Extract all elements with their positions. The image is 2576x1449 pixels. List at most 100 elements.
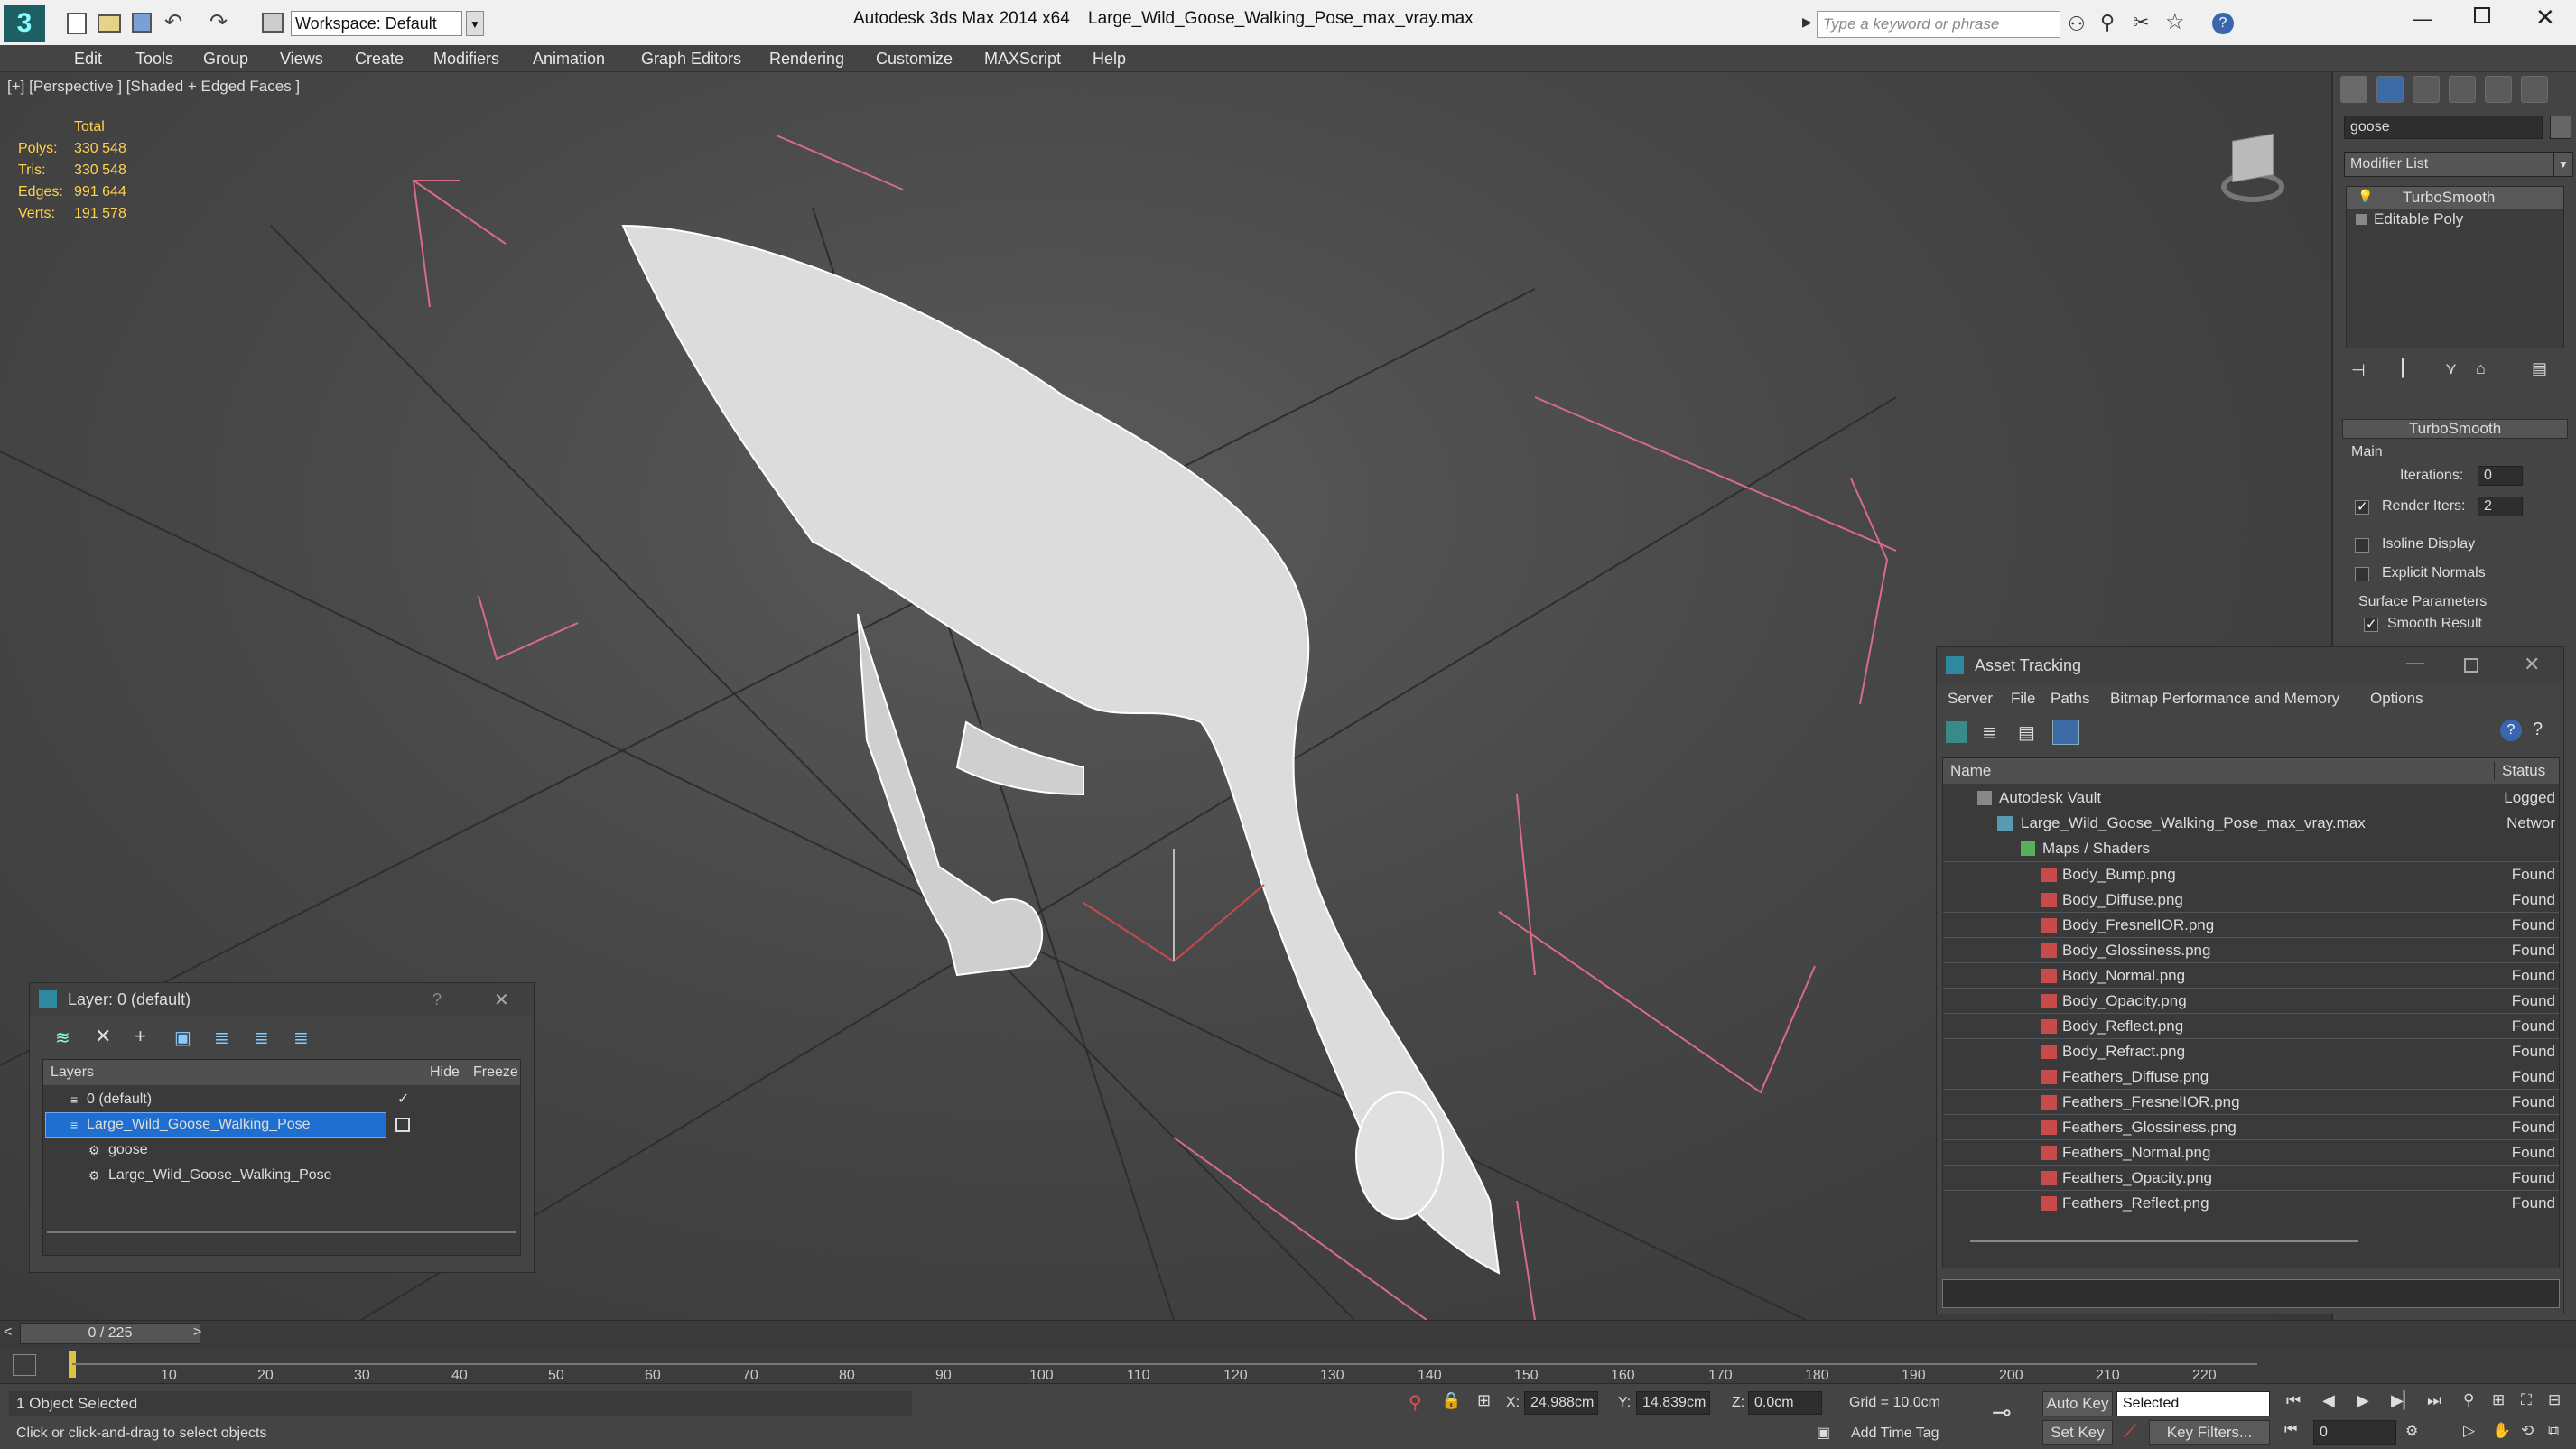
asset-menu-file[interactable]: File xyxy=(2011,690,2035,708)
layer-row-pose-object[interactable]: ⚙ Large_Wild_Goose_Walking_Pose xyxy=(43,1163,520,1188)
col-name[interactable]: Name xyxy=(1950,762,1991,780)
open-file-icon[interactable] xyxy=(98,14,121,33)
render-iters-checkbox[interactable] xyxy=(2355,498,2369,515)
object-color-swatch[interactable] xyxy=(2550,116,2571,139)
asset-menu-bitmap-performance[interactable]: Bitmap Performance and Memory xyxy=(2110,690,2339,708)
asset-row-map[interactable]: Body_Opacity.png Found xyxy=(1943,988,2559,1013)
time-configuration-icon[interactable]: ⚙ xyxy=(2405,1422,2418,1440)
maximize-icon[interactable] xyxy=(2474,7,2490,23)
menu-create[interactable]: Create xyxy=(355,45,404,72)
y-coordinate-field[interactable]: 14.839cm xyxy=(1636,1391,1710,1415)
zoom-all-icon[interactable]: ⊞ xyxy=(2492,1391,2505,1409)
asset-menu-server[interactable]: Server xyxy=(1948,690,1993,708)
hide-all-icon[interactable]: ≣ xyxy=(254,1026,269,1049)
layer-list-scrollbar[interactable] xyxy=(47,1231,516,1249)
asset-window-maximize-icon[interactable] xyxy=(2464,658,2478,673)
binoculars-icon[interactable]: ⚇ xyxy=(2068,13,2086,36)
asset-row-vault[interactable]: Autodesk Vault Logged xyxy=(1943,785,2559,811)
isoline-display-checkbox[interactable] xyxy=(2355,538,2369,553)
configure-modifier-sets-icon[interactable]: ▤ xyxy=(2532,359,2547,378)
asset-row-map[interactable]: Feathers_Normal.png Found xyxy=(1943,1139,2559,1165)
orbit-icon[interactable]: ⟲ xyxy=(2521,1422,2534,1440)
menu-customize[interactable]: Customize xyxy=(876,45,953,72)
layer-window-close-icon[interactable]: ✕ xyxy=(494,989,509,1011)
lightbulb-icon[interactable]: 💡 xyxy=(2357,189,2373,204)
track-bar[interactable] xyxy=(0,1347,2576,1383)
undo-icon[interactable]: ↶ xyxy=(164,9,182,35)
zoom-extents-icon[interactable]: ⛶ xyxy=(2521,1391,2532,1409)
asset-row-map[interactable]: Body_Refract.png Found xyxy=(1943,1038,2559,1064)
asset-row-map[interactable]: Body_Reflect.png Found xyxy=(1943,1013,2559,1038)
isolate-selection-icon[interactable]: ⚲ xyxy=(1409,1391,1422,1414)
show-end-result-icon[interactable]: ┃ xyxy=(2398,359,2408,378)
iterations-spinner[interactable]: 0 xyxy=(2478,466,2523,486)
z-coordinate-field[interactable]: 0.0cm xyxy=(1748,1391,1822,1415)
menu-animation[interactable]: Animation xyxy=(533,45,605,72)
col-freeze[interactable]: Freeze xyxy=(473,1064,518,1081)
layer-window-help-icon[interactable]: ? xyxy=(432,990,442,1009)
minimize-icon[interactable]: — xyxy=(2413,7,2432,31)
asset-list-scrollbar[interactable] xyxy=(1970,1240,2358,1253)
play-icon[interactable]: ▶ xyxy=(2357,1391,2369,1410)
asset-row-map[interactable]: Body_Bump.png Found xyxy=(1943,861,2559,887)
col-layers[interactable]: Layers xyxy=(51,1064,94,1081)
close-icon[interactable]: ✕ xyxy=(2535,4,2555,32)
asset-row-map[interactable]: Feathers_Diffuse.png Found xyxy=(1943,1064,2559,1089)
go-to-start-icon[interactable]: ⏮ xyxy=(2286,1391,2301,1410)
asset-row-map[interactable]: Body_Diffuse.png Found xyxy=(1943,887,2559,912)
communication-icon[interactable]: ✂ xyxy=(2133,11,2149,34)
project-folder-icon[interactable] xyxy=(262,13,284,33)
tree-view-icon[interactable]: ▤ xyxy=(2018,721,2035,744)
asset-row-maps-folder[interactable]: Maps / Shaders xyxy=(1943,836,2559,861)
create-tab-icon[interactable] xyxy=(2340,76,2367,103)
set-key-button[interactable]: Set Key xyxy=(2042,1420,2113,1445)
menu-tools[interactable]: Tools xyxy=(135,45,173,72)
layer-window-titlebar[interactable]: Layer: 0 (default) ? ✕ xyxy=(30,983,534,1017)
motion-tab-icon[interactable] xyxy=(2449,76,2476,103)
modifier-list-dropdown[interactable]: Modifier List xyxy=(2344,152,2553,177)
menu-edit[interactable]: Edit xyxy=(74,45,102,72)
modify-tab-icon[interactable] xyxy=(2376,76,2404,103)
new-file-icon[interactable] xyxy=(67,13,87,34)
previous-frame-icon[interactable]: ◀ xyxy=(2322,1391,2335,1410)
field-of-view-icon[interactable]: ▷ xyxy=(2463,1422,2475,1440)
col-hide[interactable]: Hide xyxy=(430,1064,460,1081)
add-to-layer-icon[interactable]: + xyxy=(135,1025,146,1048)
remove-modifier-icon[interactable]: ⌂ xyxy=(2476,359,2486,378)
time-slider-thumb[interactable]: 0 / 225 xyxy=(20,1323,200,1344)
asset-help-icon[interactable]: ? xyxy=(2500,720,2522,741)
asset-menu-options[interactable]: Options xyxy=(2370,690,2423,708)
modifier-list-chevron-icon[interactable]: ▼ xyxy=(2553,152,2573,177)
asset-row-map[interactable]: Feathers_FresnelIOR.png Found xyxy=(1943,1089,2559,1114)
freeze-all-icon[interactable]: ≣ xyxy=(293,1026,309,1049)
favorites-star-icon[interactable]: ☆ xyxy=(2165,9,2185,35)
pan-view-icon[interactable]: ✋ xyxy=(2492,1422,2511,1440)
menu-maxscript[interactable]: MAXScript xyxy=(984,45,1061,72)
current-frame-field[interactable]: 0 xyxy=(2313,1420,2396,1445)
asset-row-map[interactable]: Body_Normal.png Found xyxy=(1943,962,2559,988)
redo-icon[interactable]: ↷ xyxy=(209,9,228,35)
workspace-chevron-icon[interactable]: ▼ xyxy=(466,11,484,36)
asset-window-minimize-icon[interactable]: — xyxy=(2406,653,2424,673)
active-layer-check-icon[interactable]: ✓ xyxy=(397,1087,409,1112)
stack-item-editable-poly[interactable]: Editable Poly xyxy=(2347,209,2563,230)
asset-row-scene-file[interactable]: Large_Wild_Goose_Walking_Pose_max_vray.m… xyxy=(1943,811,2559,836)
delete-layer-icon[interactable]: ✕ xyxy=(95,1025,111,1048)
pin-stack-icon[interactable]: ⊣ xyxy=(2351,361,2366,380)
asset-row-map[interactable]: Feathers_Opacity.png Found xyxy=(1943,1165,2559,1190)
search-input[interactable]: Type a keyword or phrase xyxy=(1817,11,2060,38)
time-slider-bar[interactable]: < 0 / 225 > xyxy=(0,1320,2576,1347)
list-view-icon[interactable]: ≣ xyxy=(1982,721,1997,744)
make-unique-icon[interactable]: ⋎ xyxy=(2445,359,2457,378)
menu-modifiers[interactable]: Modifiers xyxy=(433,45,499,72)
menu-graph-editors[interactable]: Graph Editors xyxy=(641,45,741,72)
app-logo-icon[interactable]: 3 xyxy=(4,5,45,42)
save-file-icon[interactable] xyxy=(132,13,152,33)
menu-rendering[interactable]: Rendering xyxy=(769,45,844,72)
zoom-icon[interactable]: ⚲ xyxy=(2463,1391,2474,1409)
asset-path-field[interactable] xyxy=(1942,1279,2560,1308)
goose-wireframe-model[interactable] xyxy=(621,224,1501,1275)
asset-window-close-icon[interactable]: ✕ xyxy=(2524,653,2540,676)
turbosmooth-rollout-header[interactable]: TurboSmooth xyxy=(2342,419,2568,439)
next-frame-icon[interactable]: ▶▏ xyxy=(2391,1391,2416,1410)
